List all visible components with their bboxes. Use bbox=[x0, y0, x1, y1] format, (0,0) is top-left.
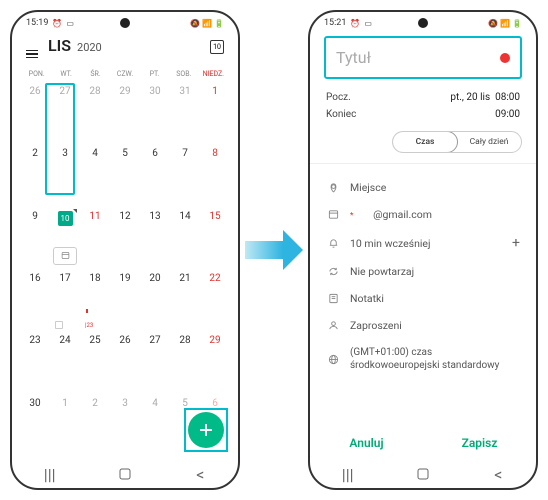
back-icon[interactable]: < bbox=[193, 465, 207, 484]
month-label[interactable]: LIS bbox=[48, 36, 71, 55]
date-cell[interactable]: 12 bbox=[110, 207, 140, 269]
date-cell[interactable]: 26 bbox=[20, 82, 50, 144]
calendar-account-row[interactable]: * @gmail.com bbox=[324, 201, 522, 228]
date-cell[interactable]: 3 bbox=[50, 144, 80, 206]
calendar-grid[interactable]: 262728293031123456789101112131415161718|… bbox=[12, 82, 238, 460]
camera-cutout bbox=[418, 18, 428, 28]
location-row[interactable]: Miejsce bbox=[324, 174, 522, 201]
title-placeholder: Tytuł bbox=[336, 48, 371, 67]
date-cell[interactable]: 20 bbox=[140, 269, 170, 331]
color-dot[interactable] bbox=[500, 53, 510, 63]
today-icon[interactable]: 10 bbox=[210, 40, 224, 54]
phone-calendar: 15:19⏰▭ 🔕📶🔋 LIS 2020 10 PON.WT.ŚR.CZW.PT… bbox=[10, 10, 240, 490]
date-cell[interactable]: 4 bbox=[80, 144, 110, 206]
calendar-icon bbox=[326, 209, 340, 220]
event-title-input[interactable]: Tytuł bbox=[324, 36, 522, 79]
date-cell[interactable]: 16 bbox=[20, 269, 50, 331]
date-cell[interactable]: 27 bbox=[140, 331, 170, 393]
date-cell[interactable]: 23 bbox=[20, 331, 50, 393]
date-cell[interactable]: 30 bbox=[140, 82, 170, 144]
location-icon bbox=[326, 182, 340, 193]
year-label: 2020 bbox=[77, 41, 102, 54]
cancel-button[interactable]: Anuluj bbox=[310, 436, 423, 450]
date-cell[interactable]: 31 bbox=[170, 82, 200, 144]
bell-icon bbox=[326, 238, 340, 249]
weekday-row: PON.WT.ŚR.CZW.PT.SOB.NIEDZ. bbox=[12, 64, 238, 82]
date-cell[interactable]: 1 bbox=[200, 82, 230, 144]
status-time: 15:21 bbox=[324, 18, 346, 28]
home-icon[interactable] bbox=[416, 468, 430, 480]
date-cell[interactable]: 6 bbox=[140, 144, 170, 206]
date-cell[interactable]: 22 bbox=[200, 269, 230, 331]
end-row[interactable]: Koniec 09:00 bbox=[324, 106, 522, 123]
notes-icon bbox=[326, 293, 340, 304]
repeat-row[interactable]: Nie powtarzaj bbox=[324, 258, 522, 285]
home-icon[interactable] bbox=[118, 468, 132, 480]
camera-cutout bbox=[120, 18, 130, 28]
timezone-row[interactable]: (GMT+01:00) czasśrodkowoeuropejski stand… bbox=[324, 339, 522, 379]
date-cell[interactable]: 29 bbox=[200, 331, 230, 393]
add-reminder-icon[interactable]: + bbox=[512, 235, 520, 251]
add-event-button[interactable] bbox=[188, 412, 224, 448]
reminder-row[interactable]: 10 min wcześniej + bbox=[324, 228, 522, 258]
nav-bar: ||| < bbox=[310, 460, 536, 488]
date-cell[interactable]: 4 bbox=[140, 394, 170, 456]
seg-time[interactable]: Czas bbox=[392, 131, 458, 153]
date-cell[interactable]: 7 bbox=[170, 144, 200, 206]
invitees-row[interactable]: Zaproszeni bbox=[324, 312, 522, 339]
save-button[interactable]: Zapisz bbox=[423, 436, 536, 450]
date-cell[interactable]: 3 bbox=[110, 394, 140, 456]
nav-bar: ||| < bbox=[12, 460, 238, 488]
date-cell[interactable]: 9 bbox=[20, 207, 50, 269]
date-cell[interactable]: 15 bbox=[200, 207, 230, 269]
date-cell[interactable]: 25 bbox=[80, 331, 110, 393]
time-allday-toggle[interactable]: Czas Cały dzień bbox=[392, 131, 522, 153]
date-cell[interactable]: 21 bbox=[170, 269, 200, 331]
date-cell[interactable]: 11 bbox=[80, 207, 110, 269]
seg-allday[interactable]: Cały dzień bbox=[457, 132, 521, 152]
date-cell[interactable]: 5 bbox=[110, 144, 140, 206]
date-cell[interactable]: 8 bbox=[200, 144, 230, 206]
calendar-header: LIS 2020 10 bbox=[12, 30, 238, 64]
date-cell[interactable]: 28 bbox=[80, 82, 110, 144]
date-cell[interactable]: 13 bbox=[140, 207, 170, 269]
status-time: 15:19 bbox=[26, 18, 48, 28]
person-icon bbox=[326, 320, 340, 331]
date-cell[interactable]: 27 bbox=[50, 82, 80, 144]
date-cell[interactable]: 30 bbox=[20, 394, 50, 456]
menu-icon[interactable] bbox=[26, 50, 38, 59]
recent-icon[interactable]: ||| bbox=[341, 465, 355, 484]
date-cell[interactable]: 17 bbox=[50, 269, 80, 331]
date-cell[interactable]: 2 bbox=[20, 144, 50, 206]
date-cell[interactable]: 19 bbox=[110, 269, 140, 331]
globe-icon bbox=[326, 354, 340, 365]
date-cell[interactable]: 1 bbox=[50, 394, 80, 456]
action-bar: Anuluj Zapisz bbox=[310, 426, 536, 460]
date-cell[interactable]: 18|23 bbox=[80, 269, 110, 331]
arrow-icon bbox=[245, 230, 303, 270]
start-row[interactable]: Pocz. pt., 20 lis 08:00 bbox=[324, 89, 522, 106]
recent-icon[interactable]: ||| bbox=[43, 465, 57, 484]
date-cell[interactable]: 26 bbox=[110, 331, 140, 393]
date-cell[interactable]: 14 bbox=[170, 207, 200, 269]
date-cell[interactable]: 29 bbox=[110, 82, 140, 144]
repeat-icon bbox=[326, 266, 340, 277]
date-cell[interactable]: 2 bbox=[80, 394, 110, 456]
date-cell[interactable]: 10 bbox=[50, 207, 80, 269]
notes-row[interactable]: Notatki bbox=[324, 285, 522, 312]
date-cell[interactable]: 28 bbox=[170, 331, 200, 393]
phone-event-editor: 15:21⏰▭ 🔕📶🔋 Tytuł Pocz. pt., 20 lis 08:0… bbox=[308, 10, 538, 490]
back-icon[interactable]: < bbox=[491, 465, 505, 484]
date-cell[interactable]: 24 bbox=[50, 331, 80, 393]
